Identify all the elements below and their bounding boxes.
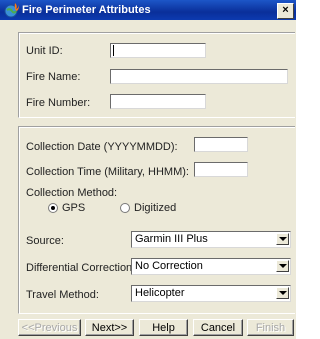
differential-correction-label: Differential Correction: (26, 262, 136, 274)
differential-correction-dropdown[interactable]: No Correction (131, 258, 291, 275)
unit-id-label: Unit ID: (26, 45, 63, 57)
cancel-button[interactable]: Cancel (193, 319, 243, 336)
fire-number-label: Fire Number: (26, 97, 91, 109)
source-value: Garmin III Plus (135, 233, 208, 245)
travel-method-dropdown[interactable]: Helicopter (131, 285, 291, 302)
fire-name-label: Fire Name: (26, 71, 81, 83)
radio-digitized[interactable] (120, 203, 130, 213)
source-dropdown[interactable]: Garmin III Plus (131, 231, 291, 248)
travel-method-value: Helicopter (135, 287, 185, 299)
radio-gps[interactable] (48, 203, 58, 213)
chevron-down-icon[interactable] (276, 233, 289, 245)
finish-button[interactable]: Finish (247, 319, 294, 336)
help-button[interactable]: Help (139, 319, 188, 336)
fire-name-field[interactable] (110, 69, 288, 84)
dialog-window: Fire Perimeter Attributes × Unit ID: Fir… (0, 0, 296, 339)
fire-globe-icon (4, 3, 19, 18)
chevron-down-icon[interactable] (276, 287, 289, 299)
next-button[interactable]: Next>> (85, 319, 134, 336)
travel-method-label: Travel Method: (26, 289, 99, 301)
unit-id-field[interactable] (110, 43, 206, 58)
collection-method-label: Collection Method: (26, 187, 118, 199)
radio-digitized-label[interactable]: Digitized (134, 202, 176, 214)
radio-gps-dot (51, 206, 55, 210)
close-button[interactable]: × (277, 3, 294, 19)
differential-correction-value: No Correction (135, 260, 203, 272)
text-caret (113, 45, 114, 56)
radio-gps-label[interactable]: GPS (62, 202, 85, 214)
window-title: Fire Perimeter Attributes (22, 4, 151, 16)
fire-number-field[interactable] (110, 94, 206, 109)
chevron-down-icon[interactable] (276, 260, 289, 272)
collection-time-label: Collection Time (Military, HHMM): (26, 166, 189, 178)
previous-button[interactable]: <<Previous (18, 319, 81, 336)
collection-time-field[interactable] (194, 162, 248, 177)
collection-date-label: Collection Date (YYYYMMDD): (26, 141, 178, 153)
title-bar[interactable]: Fire Perimeter Attributes × (0, 0, 296, 20)
collection-date-field[interactable] (194, 137, 248, 152)
source-label: Source: (26, 235, 64, 247)
